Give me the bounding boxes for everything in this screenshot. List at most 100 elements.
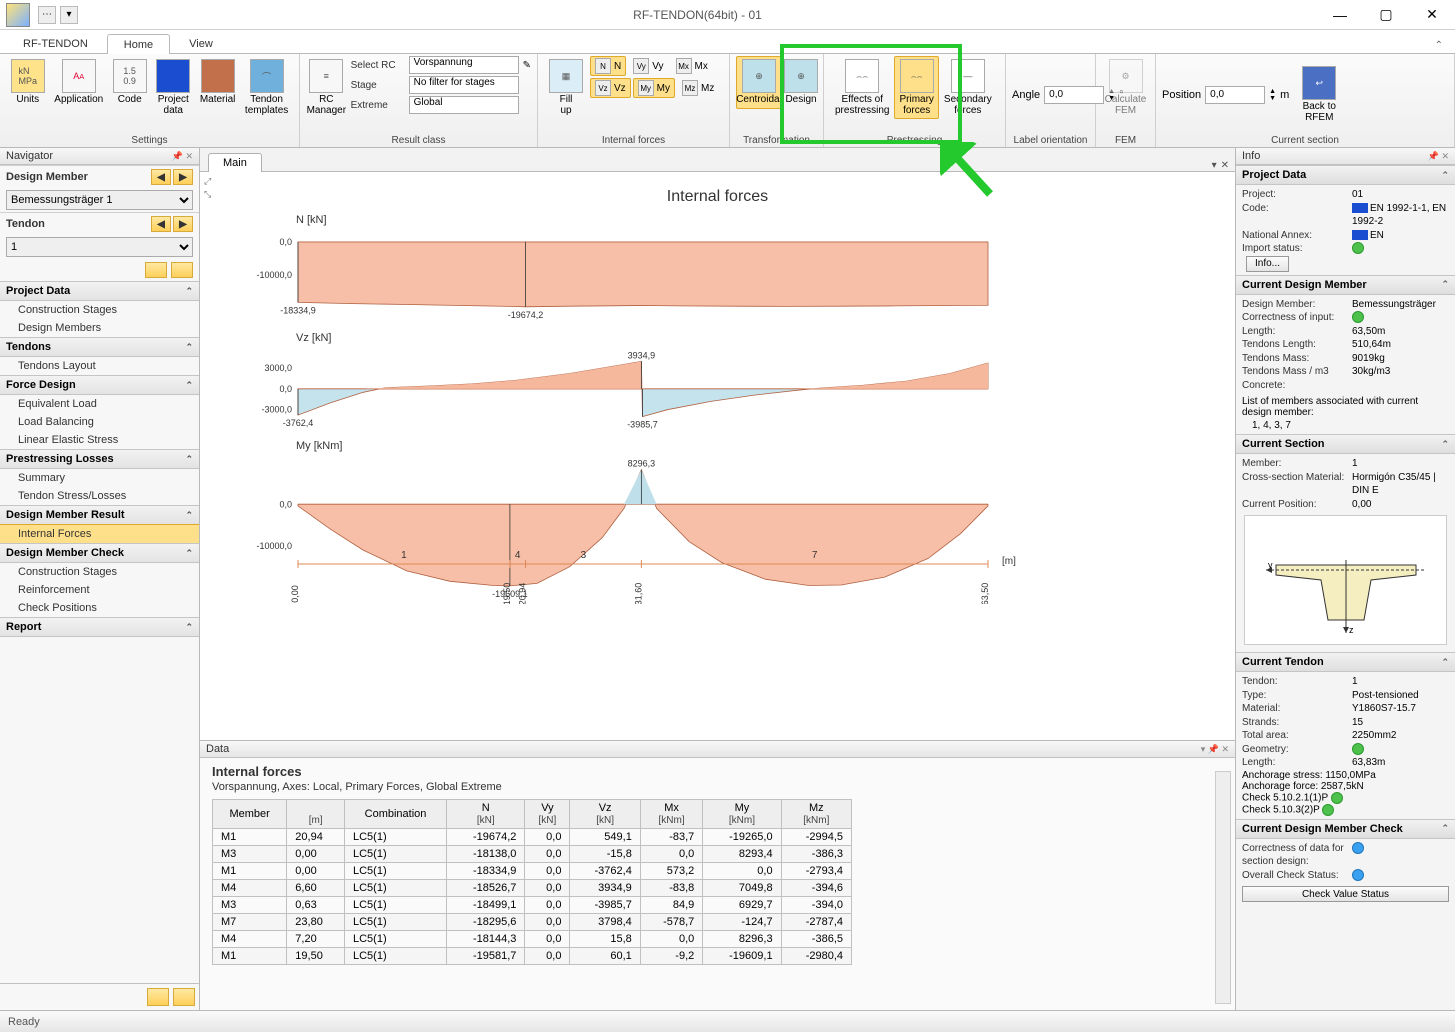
application-button[interactable]: AAApplication — [50, 56, 108, 109]
fillup-button[interactable]: ▦Fill up — [544, 56, 588, 119]
settings-group-label: Settings — [6, 133, 293, 147]
nav-prev-button[interactable] — [147, 988, 169, 1006]
chart-0: N [kN]0,0-10000,0-18334,9-19674,2 — [218, 214, 1217, 324]
selectrc-dropdown[interactable]: Vorspannung — [409, 56, 519, 74]
info-sec-hd[interactable]: Current Tendon⌃ — [1236, 652, 1455, 672]
minimize-button[interactable]: — — [1317, 0, 1363, 30]
calculate-fem-button[interactable]: ⚙Calculate FEM — [1102, 56, 1149, 119]
tendon-templates-button[interactable]: ⌒Tendon templates — [240, 56, 293, 119]
nav-item-0-1[interactable]: Design Members — [0, 319, 199, 337]
code-button[interactable]: 1.50.9Code — [108, 56, 152, 109]
prestressing-group-label: Prestressing — [830, 133, 999, 147]
svg-text:1: 1 — [401, 550, 407, 561]
nav-item-3-1[interactable]: Tendon Stress/Losses — [0, 487, 199, 505]
design-button[interactable]: ⊕Design — [782, 56, 820, 109]
info-sec-hd[interactable]: Project Data⌃ — [1236, 165, 1455, 185]
dm-next[interactable]: ▶ — [173, 169, 193, 185]
pos-up[interactable]: ▲ — [1269, 88, 1276, 95]
svg-text:-10000,0: -10000,0 — [256, 541, 292, 551]
nav-item-0-0[interactable]: Construction Stages — [0, 301, 199, 319]
nav-next-button[interactable] — [173, 988, 195, 1006]
angle-label: Angle — [1012, 89, 1040, 101]
nav-item-2-2[interactable]: Linear Elastic Stress — [0, 431, 199, 449]
nav-cat-4[interactable]: Design Member Result⌃ — [0, 505, 199, 525]
chart-1: Vz [kN]-3000,00,03000,0-3762,43934,9-398… — [218, 332, 1217, 432]
nav-cat-6[interactable]: Report⌃ — [0, 617, 199, 637]
info-sec-hd[interactable]: Current Design Member⌃ — [1236, 275, 1455, 295]
navigator-pin-icon[interactable]: 📌 ✕ — [172, 151, 193, 162]
tab-view[interactable]: View — [172, 33, 230, 53]
info-sec-hd[interactable]: Current Section⌃ — [1236, 434, 1455, 454]
effects-of-prestressing-button[interactable]: ⌢⌢Effects of prestressing — [830, 56, 894, 119]
tendon-aux-next[interactable] — [171, 262, 193, 278]
tab-home[interactable]: Home — [107, 34, 170, 54]
Vy-button[interactable]: VyVy — [628, 56, 668, 76]
svg-text:-10000,0: -10000,0 — [256, 270, 292, 280]
position-unit: m — [1280, 89, 1289, 101]
nav-cat-1[interactable]: Tendons⌃ — [0, 337, 199, 357]
project-data-button[interactable]: Project data — [151, 56, 195, 119]
data-panel-tools[interactable]: ▾ 📌 ✕ — [1201, 744, 1229, 755]
zoom-reset-icon[interactable]: ⤡ — [204, 189, 211, 200]
info-title: Info — [1242, 150, 1260, 162]
window-title: RF-TENDON(64bit) - 01 — [78, 8, 1317, 22]
secondary-forces-button[interactable]: —Secondary forces — [939, 56, 997, 119]
zoom-fit-icon[interactable]: ⤢ — [204, 176, 211, 187]
resultclass-group-label: Result class — [306, 133, 531, 147]
nav-item-5-2[interactable]: Check Positions — [0, 599, 199, 617]
extreme-dropdown[interactable]: Global — [409, 96, 519, 114]
Mz-button[interactable]: MzMz — [677, 78, 719, 98]
data-table: Member[m]CombinationN[kN]Vy[kN]Vz[kN]Mx[… — [212, 799, 852, 965]
nav-item-1-0[interactable]: Tendons Layout — [0, 357, 199, 375]
qat-btn-2[interactable]: ▾ — [60, 6, 78, 24]
qat-btn-1[interactable]: ⋯ — [38, 6, 56, 24]
edit-icon[interactable]: ✎ — [523, 60, 531, 71]
nav-cat-3[interactable]: Prestressing Losses⌃ — [0, 449, 199, 469]
position-input[interactable] — [1205, 86, 1265, 104]
nav-cat-2[interactable]: Force Design⌃ — [0, 375, 199, 395]
info-pin-icon[interactable]: 📌 ✕ — [1428, 151, 1449, 162]
centroidal-button[interactable]: ⊕Centroidal — [736, 56, 782, 109]
pos-down[interactable]: ▼ — [1269, 95, 1276, 102]
nav-cat-5[interactable]: Design Member Check⌃ — [0, 543, 199, 563]
close-button[interactable]: ✕ — [1409, 0, 1455, 30]
dm-prev[interactable]: ◀ — [151, 169, 171, 185]
data-scrollbar[interactable] — [1215, 771, 1231, 1004]
vp-close-icon[interactable]: ✕ — [1221, 160, 1229, 171]
nav-item-2-1[interactable]: Load Balancing — [0, 413, 199, 431]
tendon-select[interactable]: 1 — [6, 237, 193, 257]
rc-manager-button[interactable]: ≡RC Manager — [306, 56, 347, 119]
tendon-aux-prev[interactable] — [145, 262, 167, 278]
material-button[interactable]: Material — [195, 56, 240, 109]
context-tab[interactable]: RF-TENDON — [6, 33, 105, 53]
primary-forces-button[interactable]: ⌢⌢Primary forces — [894, 56, 938, 119]
main-tab[interactable]: Main — [208, 153, 262, 172]
nav-item-5-0[interactable]: Construction Stages — [0, 563, 199, 581]
vp-options-icon[interactable]: ▾ — [1212, 160, 1217, 171]
back-to-rfem-button[interactable]: ↩Back to RFEM — [1297, 63, 1341, 126]
tendon-prev[interactable]: ◀ — [151, 216, 171, 232]
tendon-next[interactable]: ▶ — [173, 216, 193, 232]
nav-item-4-0[interactable]: Internal Forces — [0, 524, 199, 544]
info-sec-hd[interactable]: Current Design Member Check⌃ — [1236, 819, 1455, 839]
svg-text:-19674,2: -19674,2 — [508, 310, 544, 320]
units-button[interactable]: kNMPaUnits — [6, 56, 50, 109]
My-button[interactable]: MyMy — [633, 78, 675, 98]
ribbon-collapse-button[interactable]: ⌃ — [1431, 38, 1447, 53]
stage-dropdown[interactable]: No filter for stages — [409, 76, 519, 94]
nav-item-2-0[interactable]: Equivalent Load — [0, 395, 199, 413]
svg-text:0,00: 0,00 — [290, 585, 300, 603]
currentsection-group-label: Current section — [1162, 133, 1448, 147]
nav-item-3-0[interactable]: Summary — [0, 469, 199, 487]
Mx-button[interactable]: MxMx — [671, 56, 713, 76]
N-button[interactable]: NN — [590, 56, 626, 76]
nav-cat-0[interactable]: Project Data⌃ — [0, 281, 199, 301]
data-subtitle: Vorspannung, Axes: Local, Primary Forces… — [200, 781, 1235, 799]
maximize-button[interactable]: ▢ — [1363, 0, 1409, 30]
Vz-button[interactable]: VzVz — [590, 78, 631, 98]
nav-item-5-1[interactable]: Reinforcement — [0, 581, 199, 599]
info-button[interactable]: Info... — [1246, 256, 1289, 272]
design-member-select[interactable]: Bemessungsträger 1 — [6, 190, 193, 210]
position-label: Position — [1162, 89, 1201, 101]
check-value-status-button[interactable]: Check Value Status — [1242, 886, 1449, 902]
